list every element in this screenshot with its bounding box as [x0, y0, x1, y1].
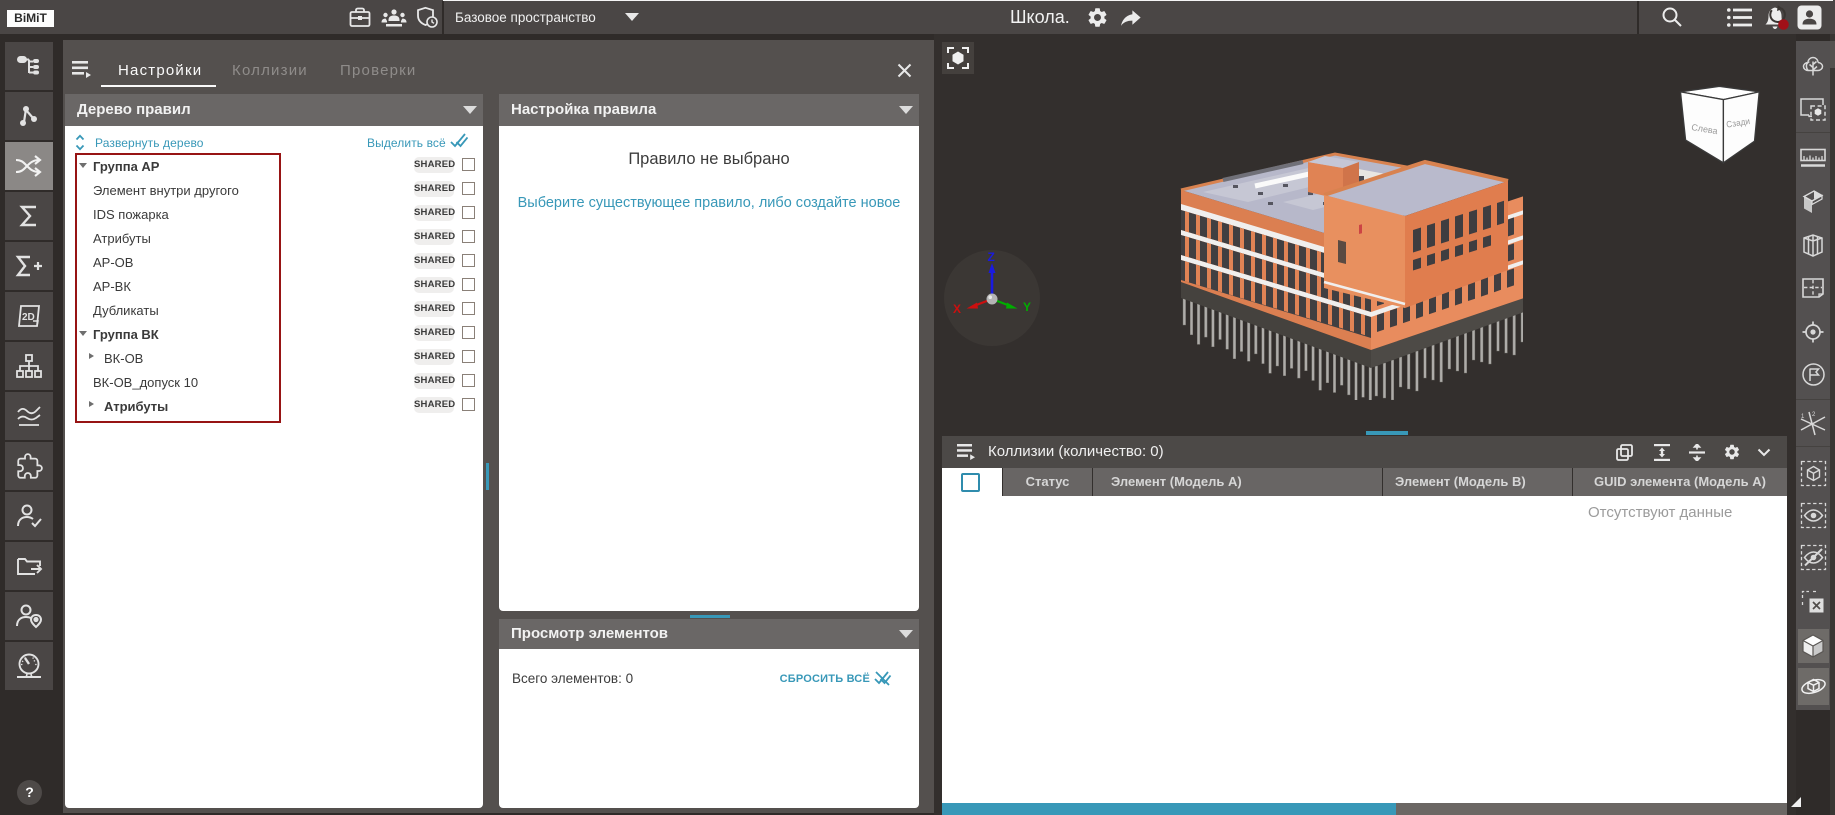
svg-text:1: 1 [1801, 414, 1805, 420]
svg-text:Y: Y [1023, 300, 1031, 314]
svg-text:X: X [953, 302, 961, 316]
svg-text:2D: 2D [22, 312, 35, 323]
svg-text:2: 2 [1812, 412, 1816, 418]
svg-text:Z: Z [988, 250, 995, 264]
